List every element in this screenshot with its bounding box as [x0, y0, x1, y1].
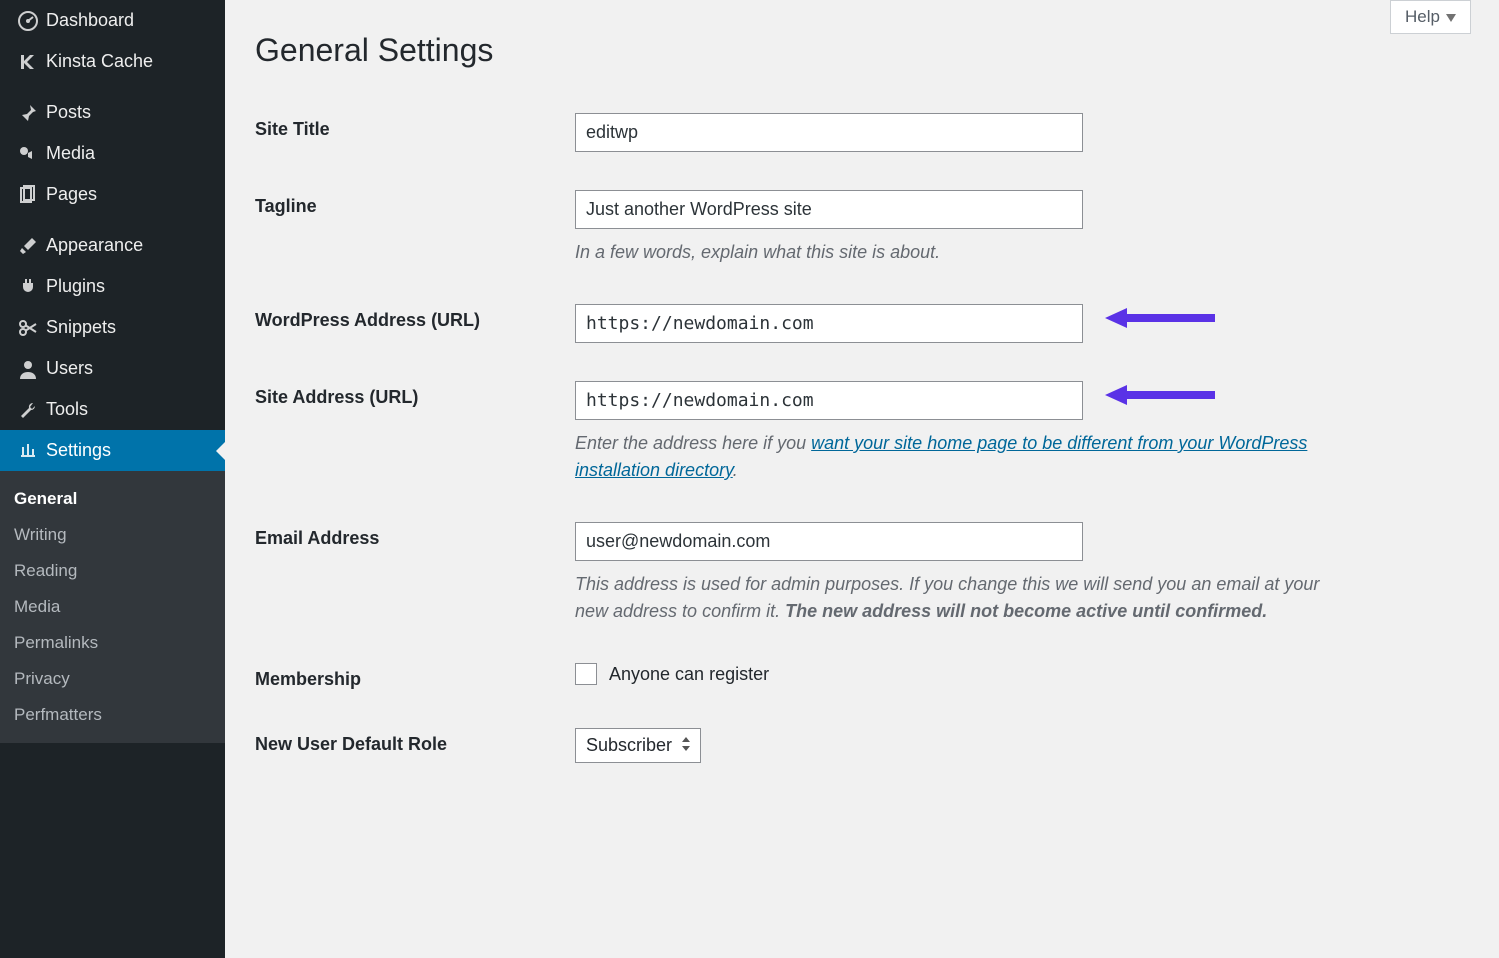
kinsta-icon: [14, 52, 42, 72]
pages-icon: [14, 185, 42, 205]
sidebar-item-tools[interactable]: Tools: [0, 389, 225, 430]
membership-checkbox[interactable]: [575, 663, 597, 685]
scissors-icon: [14, 318, 42, 338]
submenu-item-general[interactable]: General: [0, 481, 225, 517]
sidebar-item-kinsta-cache[interactable]: Kinsta Cache: [0, 41, 225, 82]
sidebar-item-pages[interactable]: Pages: [0, 174, 225, 215]
help-label: Help: [1405, 7, 1440, 27]
select-caret-icon: [682, 735, 692, 756]
sidebar-item-appearance[interactable]: Appearance: [0, 225, 225, 266]
sidebar-item-label: Pages: [46, 184, 97, 205]
site-url-input[interactable]: [575, 381, 1083, 420]
membership-checkbox-label: Anyone can register: [609, 664, 769, 685]
submenu-item-reading[interactable]: Reading: [0, 553, 225, 589]
sidebar-item-label: Appearance: [46, 235, 143, 256]
submenu-item-perfmatters[interactable]: Perfmatters: [0, 697, 225, 733]
settings-form: Site Title Tagline In a few words, expla…: [255, 97, 1469, 785]
default-role-label: New User Default Role: [255, 712, 575, 785]
sidebar-item-label: Posts: [46, 102, 91, 123]
wrench-icon: [14, 400, 42, 420]
sidebar-item-label: Users: [46, 358, 93, 379]
wordpress-url-input[interactable]: [575, 304, 1083, 343]
sidebar-item-label: Snippets: [46, 317, 116, 338]
sidebar-item-posts[interactable]: Posts: [0, 92, 225, 133]
user-icon: [14, 359, 42, 379]
tagline-input[interactable]: [575, 190, 1083, 229]
pin-icon: [14, 103, 42, 123]
tagline-description: In a few words, explain what this site i…: [575, 239, 1355, 266]
sidebar-item-label: Settings: [46, 440, 111, 461]
admin-sidebar: Dashboard Kinsta Cache Posts Media Pages…: [0, 0, 225, 958]
sidebar-separator: [0, 82, 225, 92]
site-url-description: Enter the address here if you want your …: [575, 430, 1355, 484]
email-input[interactable]: [575, 522, 1083, 561]
sidebar-item-label: Dashboard: [46, 10, 134, 31]
site-url-label: Site Address (URL): [255, 365, 575, 506]
chevron-down-icon: [1446, 7, 1456, 27]
submenu-item-permalinks[interactable]: Permalinks: [0, 625, 225, 661]
submenu-item-writing[interactable]: Writing: [0, 517, 225, 553]
sidebar-item-label: Kinsta Cache: [46, 51, 153, 72]
sidebar-item-label: Media: [46, 143, 95, 164]
plugin-icon: [14, 277, 42, 297]
sidebar-item-settings[interactable]: Settings: [0, 430, 225, 471]
brush-icon: [14, 236, 42, 256]
tagline-label: Tagline: [255, 174, 575, 288]
annotation-arrow-icon: [1105, 306, 1215, 330]
site-title-label: Site Title: [255, 97, 575, 174]
sidebar-item-dashboard[interactable]: Dashboard: [0, 0, 225, 41]
sidebar-item-snippets[interactable]: Snippets: [0, 307, 225, 348]
site-title-input[interactable]: [575, 113, 1083, 152]
sidebar-item-label: Tools: [46, 399, 88, 420]
settings-submenu: General Writing Reading Media Permalinks…: [0, 471, 225, 743]
default-role-value: Subscriber: [586, 735, 672, 756]
sidebar-item-users[interactable]: Users: [0, 348, 225, 389]
sidebar-item-label: Plugins: [46, 276, 105, 297]
submenu-item-privacy[interactable]: Privacy: [0, 661, 225, 697]
page-title: General Settings: [255, 32, 1469, 69]
dashboard-icon: [14, 11, 42, 31]
settings-icon: [14, 441, 42, 461]
help-toggle-button[interactable]: Help: [1390, 0, 1471, 34]
membership-label: Membership: [255, 647, 575, 712]
email-description: This address is used for admin purposes.…: [575, 571, 1355, 625]
sidebar-separator: [0, 215, 225, 225]
default-role-select[interactable]: Subscriber: [575, 728, 701, 763]
sidebar-item-media[interactable]: Media: [0, 133, 225, 174]
submenu-item-media[interactable]: Media: [0, 589, 225, 625]
content-area: Help General Settings Site Title Tagline…: [225, 0, 1499, 958]
annotation-arrow-icon: [1105, 383, 1215, 407]
wordpress-url-label: WordPress Address (URL): [255, 288, 575, 365]
media-icon: [14, 144, 42, 164]
email-label: Email Address: [255, 506, 575, 647]
sidebar-item-plugins[interactable]: Plugins: [0, 266, 225, 307]
